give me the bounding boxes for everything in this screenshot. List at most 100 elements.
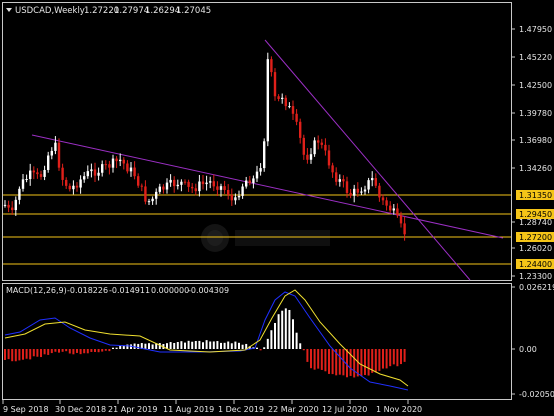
- candle-body[interactable]: [50, 150, 53, 156]
- candle-body[interactable]: [245, 180, 248, 187]
- candle-body[interactable]: [25, 179, 28, 181]
- candle-body[interactable]: [191, 186, 194, 189]
- candle-body[interactable]: [32, 170, 35, 173]
- candle-body[interactable]: [360, 191, 363, 193]
- candle-body[interactable]: [288, 106, 291, 108]
- candle-body[interactable]: [183, 181, 187, 183]
- candle-body[interactable]: [313, 140, 316, 155]
- candle-body[interactable]: [126, 163, 129, 172]
- candle-body[interactable]: [349, 192, 352, 196]
- candle-body[interactable]: [79, 179, 82, 188]
- candle-body[interactable]: [284, 97, 287, 107]
- candle-body[interactable]: [266, 59, 269, 142]
- candle-body[interactable]: [115, 158, 118, 162]
- candle-body[interactable]: [111, 158, 115, 168]
- candle-body[interactable]: [198, 181, 201, 192]
- candle-body[interactable]: [302, 137, 305, 155]
- candle-body[interactable]: [36, 172, 39, 175]
- candle-body[interactable]: [403, 223, 406, 235]
- candle-body[interactable]: [345, 181, 349, 193]
- candle-body[interactable]: [101, 164, 104, 173]
- candle-body[interactable]: [237, 195, 241, 198]
- candle-body[interactable]: [122, 159, 125, 164]
- candle-body[interactable]: [392, 208, 395, 211]
- candle-body[interactable]: [201, 181, 205, 185]
- candle-body[interactable]: [396, 208, 399, 216]
- candle-body[interactable]: [353, 188, 356, 196]
- candle-body[interactable]: [3, 204, 7, 206]
- candle-body[interactable]: [147, 201, 151, 203]
- candle-body[interactable]: [144, 186, 147, 202]
- candle-body[interactable]: [54, 142, 57, 151]
- candle-body[interactable]: [241, 186, 244, 196]
- candle-body[interactable]: [21, 179, 25, 189]
- candle-body[interactable]: [363, 189, 367, 192]
- candle-body[interactable]: [259, 168, 262, 172]
- trading-chart[interactable]: USDCAD,Weekly 1.27220 1.27974 1.26294 1.…: [0, 0, 554, 416]
- candle-body[interactable]: [252, 178, 255, 184]
- candle-body[interactable]: [205, 182, 208, 185]
- candle-body[interactable]: [93, 169, 97, 176]
- candle-body[interactable]: [327, 150, 331, 166]
- candle-body[interactable]: [219, 186, 223, 190]
- candle-body[interactable]: [165, 182, 169, 190]
- candle-body[interactable]: [338, 179, 341, 182]
- candle-body[interactable]: [108, 164, 111, 168]
- candle-body[interactable]: [151, 198, 154, 202]
- candle-body[interactable]: [137, 176, 140, 186]
- candle-body[interactable]: [212, 181, 215, 187]
- candle-body[interactable]: [234, 197, 237, 201]
- candle-body[interactable]: [18, 188, 21, 200]
- candle-body[interactable]: [263, 141, 266, 169]
- candle-body[interactable]: [43, 169, 46, 177]
- candle-body[interactable]: [381, 197, 385, 201]
- candle-body[interactable]: [173, 179, 176, 187]
- candle-body[interactable]: [399, 215, 403, 224]
- candle-body[interactable]: [335, 172, 338, 182]
- candle-body[interactable]: [119, 159, 122, 162]
- candle-body[interactable]: [90, 169, 93, 172]
- candle-body[interactable]: [14, 199, 17, 211]
- candle-body[interactable]: [291, 106, 295, 114]
- candle-body[interactable]: [324, 144, 327, 151]
- candle-body[interactable]: [277, 96, 280, 99]
- candle-body[interactable]: [209, 181, 212, 183]
- candle-body[interactable]: [194, 188, 197, 192]
- candle-body[interactable]: [162, 186, 165, 190]
- candle-body[interactable]: [129, 167, 133, 172]
- candle-body[interactable]: [227, 189, 230, 195]
- candle-body[interactable]: [39, 174, 43, 177]
- candle-body[interactable]: [83, 176, 86, 180]
- candle-body[interactable]: [255, 171, 259, 179]
- candle-body[interactable]: [57, 142, 61, 168]
- candle-body[interactable]: [68, 185, 71, 190]
- collapse-arrow-icon[interactable]: [6, 8, 12, 12]
- candle-body[interactable]: [169, 179, 172, 183]
- candle-body[interactable]: [230, 194, 233, 201]
- candle-body[interactable]: [47, 155, 50, 170]
- candle-body[interactable]: [133, 167, 136, 177]
- candle-body[interactable]: [299, 121, 302, 138]
- candle-body[interactable]: [295, 113, 298, 122]
- candle-body[interactable]: [248, 180, 251, 184]
- candle-body[interactable]: [385, 200, 388, 206]
- trendline-descending-long[interactable]: [31, 134, 504, 239]
- candle-body[interactable]: [176, 184, 179, 187]
- candle-body[interactable]: [273, 72, 277, 97]
- candle-body[interactable]: [155, 191, 158, 199]
- candle-body[interactable]: [216, 186, 219, 190]
- candle-body[interactable]: [309, 154, 313, 160]
- candle-body[interactable]: [281, 97, 284, 99]
- candle-body[interactable]: [389, 205, 392, 211]
- candle-body[interactable]: [75, 185, 79, 188]
- candle-body[interactable]: [371, 178, 374, 181]
- candle-body[interactable]: [374, 178, 377, 186]
- candle-body[interactable]: [223, 186, 226, 190]
- candle-body[interactable]: [367, 180, 370, 190]
- candle-body[interactable]: [270, 59, 273, 73]
- candle-body[interactable]: [320, 142, 323, 145]
- candle-body[interactable]: [86, 171, 89, 177]
- candle-body[interactable]: [158, 186, 161, 192]
- candle-body[interactable]: [29, 170, 32, 180]
- candle-body[interactable]: [72, 185, 75, 190]
